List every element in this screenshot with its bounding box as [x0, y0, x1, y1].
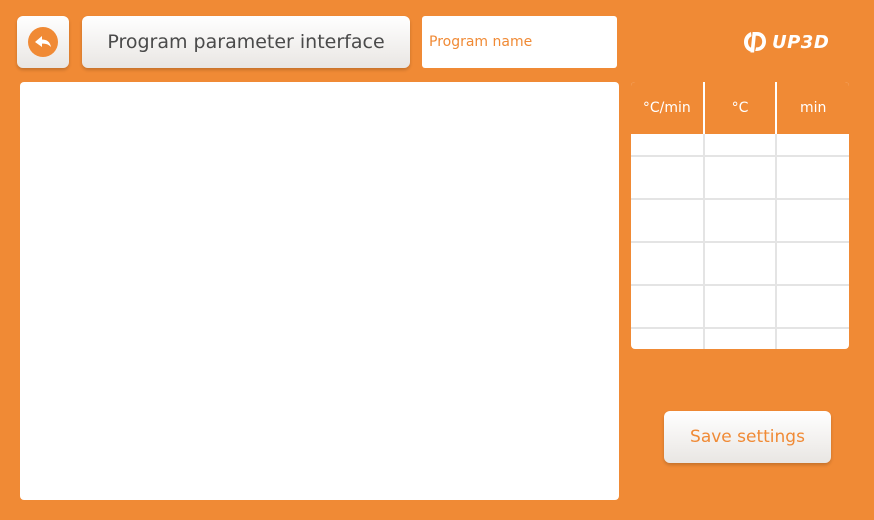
column-header-time: min	[776, 82, 849, 134]
table-row	[631, 155, 849, 200]
temperature-cell[interactable]	[703, 198, 778, 243]
column-header-rate: °C/min	[631, 82, 705, 134]
rate-cell[interactable]	[631, 198, 705, 243]
column-header-temperature: °C	[703, 82, 778, 134]
back-arrow-icon	[28, 27, 58, 57]
temperature-cell[interactable]	[703, 284, 778, 329]
rate-cell[interactable]	[631, 241, 705, 286]
table-row	[631, 284, 849, 329]
temperature-cell[interactable]	[703, 134, 778, 157]
table-row	[631, 241, 849, 286]
table-row	[631, 198, 849, 243]
up3d-logo-icon	[744, 32, 766, 53]
back-button[interactable]	[17, 16, 69, 68]
rate-cell[interactable]	[631, 284, 705, 329]
time-cell[interactable]	[776, 198, 849, 243]
temperature-cell[interactable]	[703, 327, 778, 349]
logo-text: UP3D	[772, 31, 830, 53]
curve-display-panel	[20, 82, 619, 500]
time-cell[interactable]	[776, 155, 849, 200]
time-cell[interactable]	[776, 328, 849, 350]
rate-cell[interactable]	[631, 155, 705, 200]
rate-cell[interactable]	[631, 134, 705, 157]
temperature-cell[interactable]	[703, 155, 778, 200]
save-settings-button[interactable]: Save settings	[664, 411, 831, 463]
program-parameter-screen: Program parameter interface UP3D °C/min …	[0, 0, 874, 520]
page-title: Program parameter interface	[82, 16, 410, 68]
table-row	[631, 134, 849, 157]
program-name-input[interactable]	[422, 16, 617, 68]
time-cell[interactable]	[776, 134, 849, 157]
table-row	[631, 327, 849, 350]
up3d-logo: UP3D	[742, 24, 829, 60]
rate-cell[interactable]	[631, 327, 705, 349]
time-cell[interactable]	[776, 241, 849, 286]
parameter-table: °C/min °C min	[631, 82, 849, 349]
temperature-cell[interactable]	[703, 241, 778, 286]
time-cell[interactable]	[776, 284, 849, 329]
